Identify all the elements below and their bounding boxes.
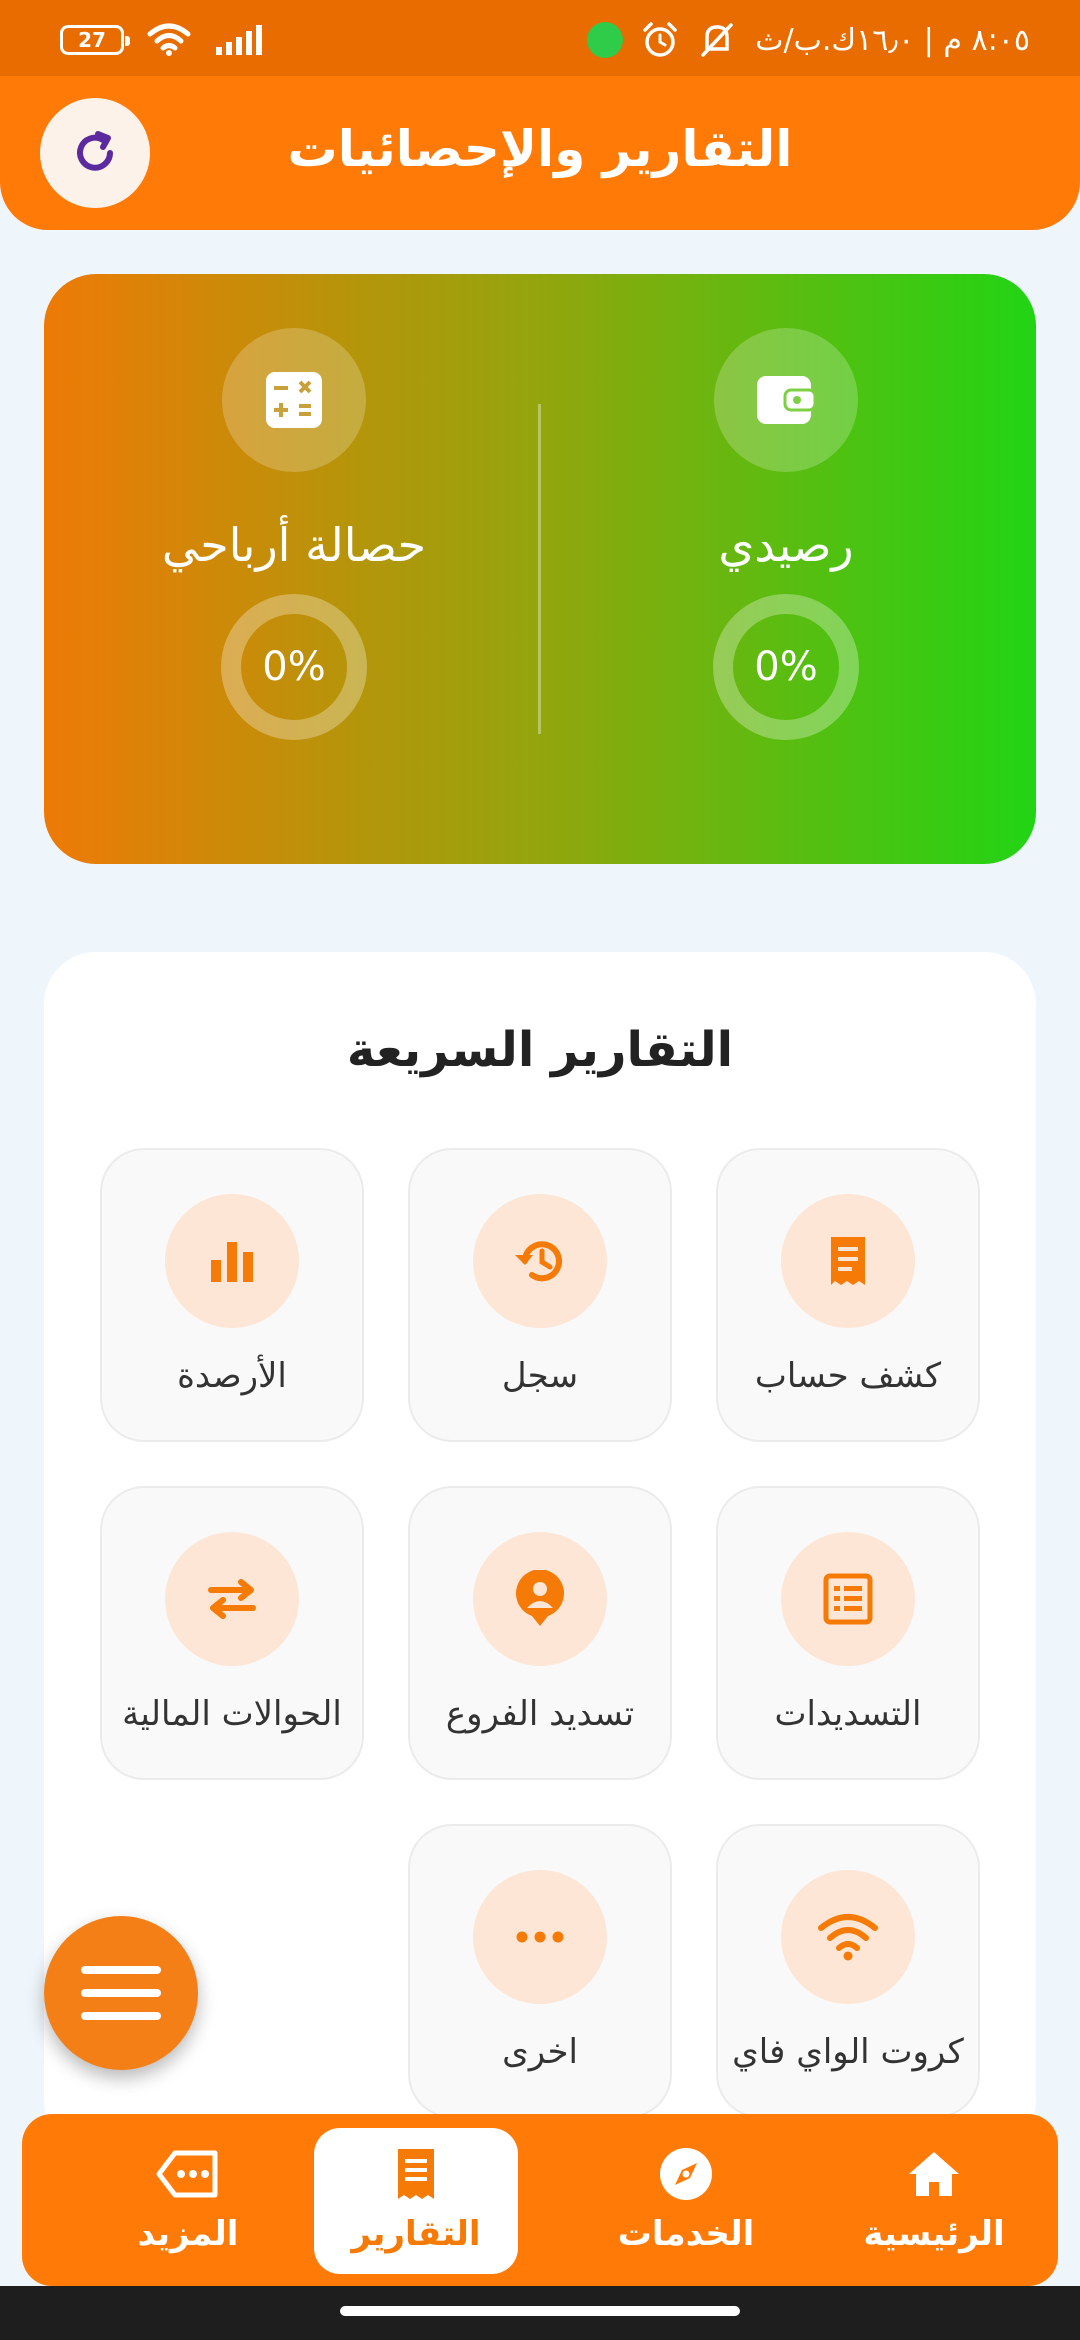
balance-icon-circle <box>714 328 858 472</box>
alarm-icon <box>643 22 678 57</box>
tile-label: اخرى <box>502 2032 578 2072</box>
tile-label: سجل <box>501 1356 579 1396</box>
balance-value: 0% <box>754 644 818 690</box>
list-document-icon <box>781 1532 915 1666</box>
status-right: ٨:٠٥ م | ١٦٫٠ك.ب/ث <box>587 20 1030 60</box>
tile-label: الأرصدة <box>177 1356 287 1396</box>
bar-chart-icon <box>165 1194 299 1328</box>
receipt-icon <box>781 1194 915 1328</box>
history-icon <box>473 1194 607 1328</box>
status-time: ٨:٠٥ م | ١٦٫٠ك.ب/ث <box>755 22 1030 58</box>
profits-value: 0% <box>262 644 326 690</box>
header: التقارير والإحصائيات <box>0 76 1080 230</box>
wifi-icon <box>781 1870 915 2004</box>
nav-label: الخدمات <box>617 2214 755 2254</box>
mute-icon <box>701 23 734 57</box>
gesture-bar <box>0 2286 1080 2340</box>
branch-person-icon <box>473 1532 607 1666</box>
signal-icon <box>216 25 262 55</box>
nav-item-reports[interactable]: التقارير <box>314 2128 518 2274</box>
whatsapp-icon <box>587 22 624 58</box>
home-icon <box>909 2152 959 2196</box>
battery-level: 27 <box>78 28 106 52</box>
hamburger-icon <box>81 1966 161 2020</box>
tile-account-statement[interactable]: كشف حساب <box>716 1148 980 1442</box>
calculator-icon <box>266 372 322 428</box>
status-bar: 27 ٨:٠٥ م | ١٦٫٠ك.ب/ث <box>0 0 1080 76</box>
tile-balances[interactable]: الأرصدة <box>100 1148 364 1442</box>
profits-progress-ring: 0% <box>221 594 367 740</box>
status-left: 27 <box>60 20 266 60</box>
tile-wifi-cards[interactable]: كروت الواي فاي <box>716 1824 980 2118</box>
nav-label: الرئيسية <box>863 2214 1005 2254</box>
profits-stat[interactable]: حصالة أرباحي 0% <box>84 328 504 740</box>
tile-money-transfers[interactable]: الحوالات المالية <box>100 1486 364 1780</box>
page-title: التقارير والإحصائيات <box>287 120 793 178</box>
profits-label: حصالة أرباحي <box>161 518 427 572</box>
report-icon <box>398 2149 434 2199</box>
battery-icon: 27 <box>60 25 130 55</box>
tile-label: التسديدات <box>774 1694 922 1734</box>
tile-label: كروت الواي فاي <box>732 2032 964 2072</box>
compass-icon <box>660 2148 712 2200</box>
stats-divider <box>538 404 541 734</box>
more-dots-icon <box>473 1870 607 2004</box>
more-tag-icon <box>156 2150 218 2198</box>
balance-progress-ring: 0% <box>713 594 859 740</box>
stats-card: حصالة أرباحي 0% رصيدي 0% <box>44 274 1036 864</box>
balance-stat[interactable]: رصيدي 0% <box>576 328 996 740</box>
nav-label: المزيد <box>137 2214 239 2254</box>
nav-item-services[interactable]: الخدمات <box>584 2128 788 2274</box>
tile-branch-payments[interactable]: تسديد الفروع <box>408 1486 672 1780</box>
wifi-status-icon <box>147 23 191 56</box>
nav-item-home[interactable]: الرئيسية <box>832 2128 1036 2274</box>
menu-fab-button[interactable] <box>44 1916 198 2070</box>
nav-label: التقارير <box>351 2214 481 2254</box>
bottom-nav: الرئيسية الخدمات التقارير المزيد <box>22 2114 1058 2286</box>
tile-label: الحوالات المالية <box>122 1694 342 1734</box>
nav-item-more[interactable]: المزيد <box>86 2128 290 2274</box>
tile-label: كشف حساب <box>754 1356 942 1396</box>
profits-icon-circle <box>222 328 366 472</box>
tile-other[interactable]: اخرى <box>408 1824 672 2118</box>
tile-payments[interactable]: التسديدات <box>716 1486 980 1780</box>
tile-history[interactable]: سجل <box>408 1148 672 1442</box>
tile-label: تسديد الفروع <box>445 1694 635 1734</box>
quick-reports-title: التقارير السريعة <box>346 1022 734 1078</box>
gesture-handle[interactable] <box>340 2306 740 2316</box>
wallet-icon <box>757 376 817 424</box>
balance-label: رصيدي <box>718 518 854 572</box>
transfer-arrows-icon <box>165 1532 299 1666</box>
